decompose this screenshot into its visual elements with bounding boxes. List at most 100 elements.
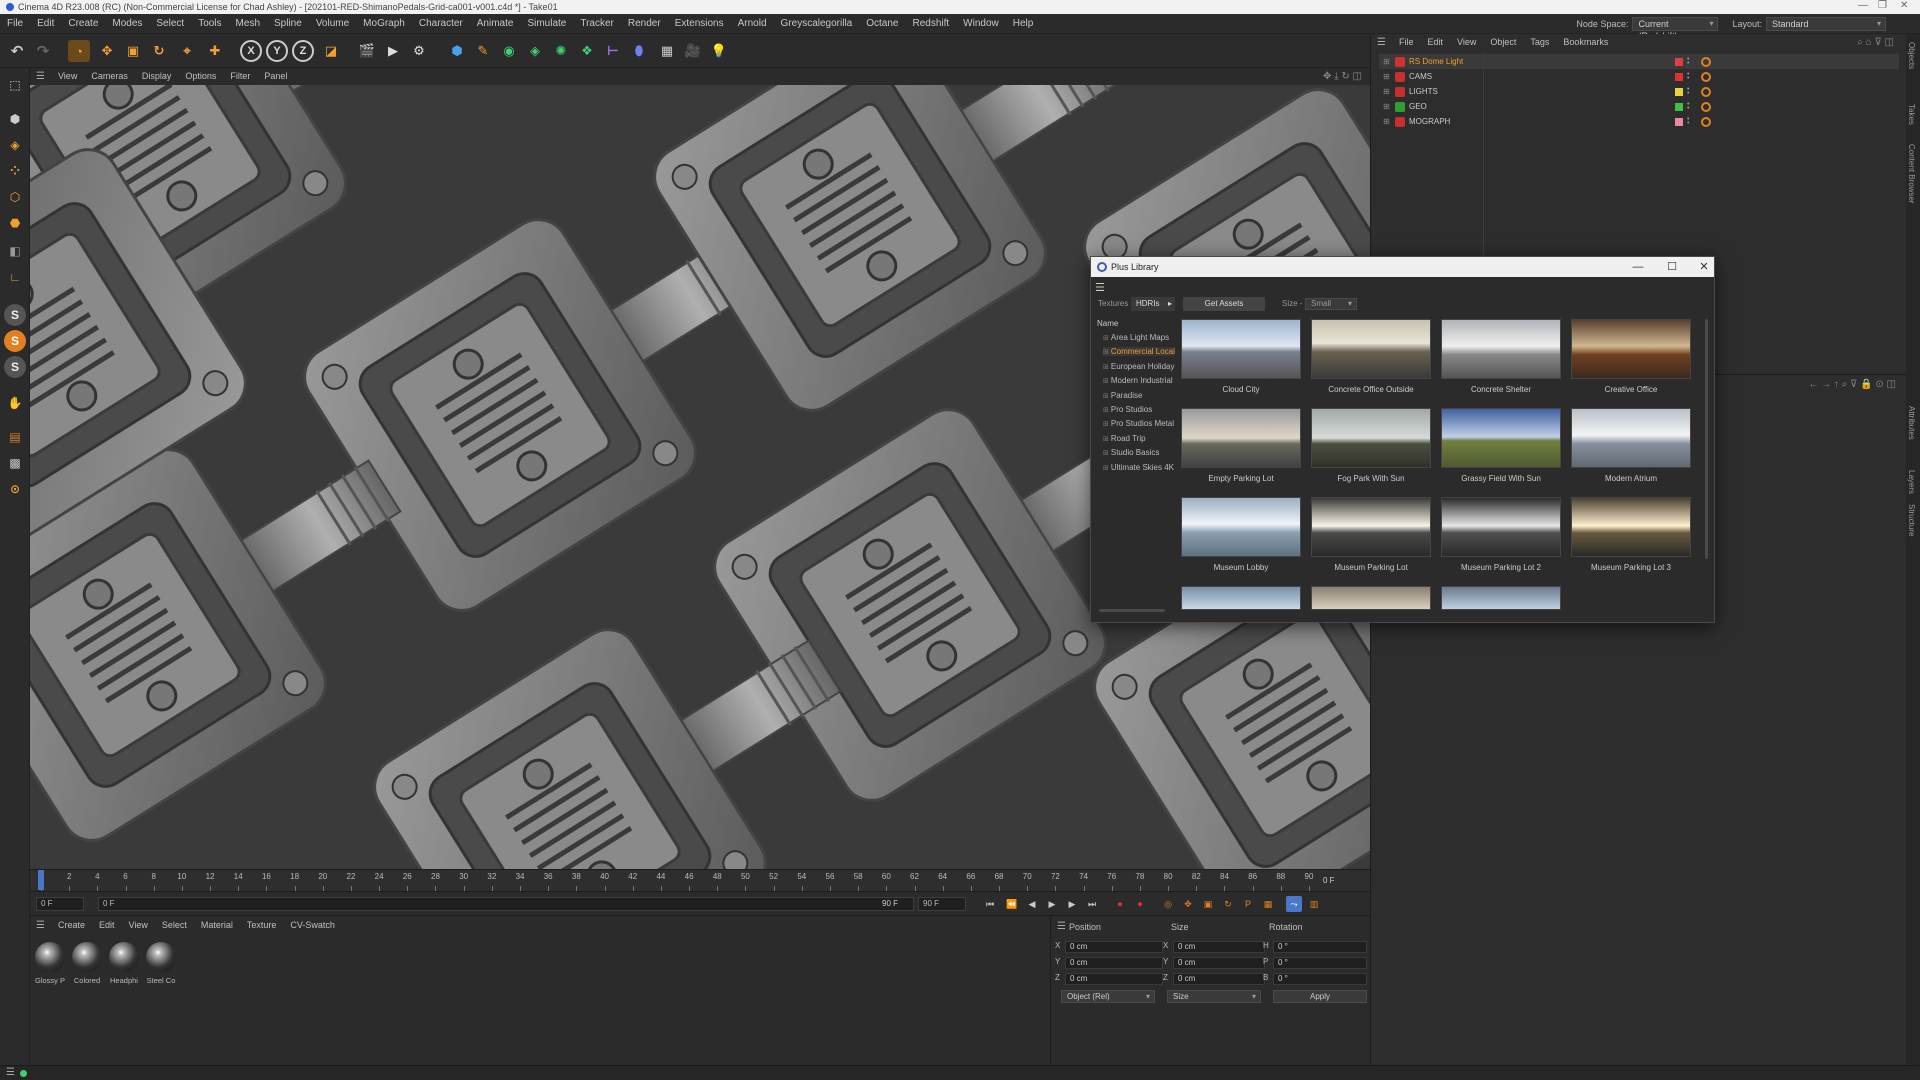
minimize-icon[interactable]: —	[1858, 0, 1868, 11]
object-row-rs-dome-light[interactable]: ⊞ RS Dome Light • •	[1379, 54, 1899, 69]
pen-icon[interactable]: ✎	[472, 40, 494, 62]
hdri-thumbnail[interactable]: Museum Parking Lot 2	[1441, 497, 1561, 572]
menu-spline[interactable]: Spline	[267, 14, 309, 34]
menu-tracker[interactable]: Tracker	[573, 14, 621, 34]
hdri-thumbnail[interactable]: Museum Lobby	[1181, 497, 1301, 572]
render-view-icon[interactable]: ▶	[382, 40, 404, 62]
hdri-thumbnail[interactable]	[1441, 586, 1561, 610]
object-tag-icon[interactable]	[1701, 101, 1711, 112]
hdri-thumbnail[interactable]: Empty Parking Lot	[1181, 408, 1301, 483]
category-pro-studios-metal[interactable]: Pro Studios Metal	[1103, 419, 1174, 428]
polygons-mode-icon[interactable]: ⬣	[4, 212, 26, 234]
make-editable-icon[interactable]: ⬚	[4, 74, 26, 96]
object-row-geo[interactable]: ⊞ GEO • •	[1379, 99, 1899, 114]
visibility-dots[interactable]: • •	[1687, 101, 1691, 112]
category-commercial-local[interactable]: Commercial Local	[1103, 347, 1175, 357]
floor-icon[interactable]: ▦	[656, 40, 678, 62]
category-modern-industrial[interactable]: Modern Industrial	[1103, 376, 1173, 385]
cube-icon[interactable]: ⬢	[446, 40, 468, 62]
prev-frame-icon[interactable]: ◀	[1024, 896, 1040, 912]
extrude-icon[interactable]: ◈	[524, 40, 546, 62]
object-tag-icon[interactable]	[1701, 116, 1711, 127]
position-field[interactable]: 0 cm	[1065, 957, 1163, 969]
menu-edit[interactable]: Edit	[30, 14, 61, 34]
node-space-dropdown[interactable]: Current (Redshift)	[1632, 17, 1719, 41]
object-tag-icon[interactable]	[1701, 86, 1711, 97]
coord-size-select[interactable]: Size	[1167, 990, 1261, 1003]
keyframe-selection-icon[interactable]: ◎	[1160, 896, 1176, 912]
expand-icon[interactable]: ⊞	[1383, 57, 1390, 66]
category-studio-basics[interactable]: Studio Basics	[1103, 448, 1159, 457]
paint-icon[interactable]: ✋	[4, 392, 26, 414]
expand-icon[interactable]: ⊞	[1383, 102, 1390, 111]
points-mode-icon[interactable]: ⁘	[4, 160, 26, 182]
hdri-thumbnail[interactable]: Creative Office	[1571, 319, 1691, 394]
coord-mode-select[interactable]: Object (Rel)	[1061, 990, 1155, 1003]
material-menu-material[interactable]: Material	[194, 916, 240, 934]
light-icon[interactable]: 💡	[708, 40, 730, 62]
mograph-icon[interactable]: ❖	[576, 40, 598, 62]
object-menu-view[interactable]: View	[1450, 34, 1483, 50]
expand-icon[interactable]: ⊞	[1383, 117, 1390, 126]
scale-icon[interactable]: ▣	[122, 40, 144, 62]
x-axis-icon[interactable]: X	[240, 40, 262, 62]
redshift-s-icon-3[interactable]: S	[4, 356, 26, 378]
category-european-holiday[interactable]: European Holiday	[1103, 362, 1175, 371]
material-menu-create[interactable]: Create	[51, 916, 92, 934]
object-menu-file[interactable]: File	[1392, 34, 1421, 50]
render-settings-icon[interactable]: ⚙	[408, 40, 430, 62]
layout-dropdown[interactable]: Standard	[1766, 17, 1886, 31]
next-frame-icon[interactable]: ▶	[1064, 896, 1080, 912]
workplane-icon[interactable]: ▤	[4, 426, 26, 448]
viewport-menu-panel[interactable]: Panel	[257, 68, 294, 85]
hdri-thumbnail[interactable]: Concrete Shelter	[1441, 319, 1561, 394]
grid-icon[interactable]: ▩	[4, 452, 26, 474]
prev-key-icon[interactable]: ⏪	[1004, 896, 1020, 912]
visibility-dots[interactable]: • •	[1687, 86, 1691, 97]
object-menu-icon[interactable]: ☰	[1371, 37, 1392, 48]
live-selection-icon[interactable]: ◔	[68, 40, 90, 62]
position-field[interactable]: 0 cm	[1065, 941, 1163, 953]
hdri-thumbnail[interactable]: Concrete Office Outside	[1311, 319, 1431, 394]
object-row-mograph[interactable]: ⊞ MOGRAPH • •	[1379, 114, 1899, 129]
y-axis-icon[interactable]: Y	[266, 40, 288, 62]
tab-textures[interactable]: Textures	[1093, 297, 1133, 311]
size-field[interactable]: 0 cm	[1173, 941, 1265, 953]
status-menu-icon[interactable]: ☰	[6, 1067, 15, 1078]
redshift-s-icon-1[interactable]: S	[4, 304, 26, 326]
category-paradise[interactable]: Paradise	[1103, 391, 1143, 400]
record-icon[interactable]: ⏺	[1112, 896, 1128, 912]
menu-render[interactable]: Render	[621, 14, 668, 34]
material-menu-icon[interactable]: ☰	[30, 920, 51, 931]
menu-octane[interactable]: Octane	[859, 14, 905, 34]
library-filter-icon[interactable]: ▸	[1165, 297, 1176, 311]
menu-help[interactable]: Help	[1006, 14, 1041, 34]
axis-mode-icon[interactable]: ◧	[4, 240, 26, 262]
key-param-icon[interactable]: P	[1240, 896, 1256, 912]
visibility-dots[interactable]: • •	[1687, 56, 1691, 67]
menu-simulate[interactable]: Simulate	[520, 14, 573, 34]
go-to-end-icon[interactable]: ⏭	[1084, 896, 1100, 912]
timeline-icon[interactable]: ▥	[1306, 896, 1322, 912]
object-tag-icon[interactable]	[1701, 56, 1711, 67]
material-swatch[interactable]: Steel Co	[145, 942, 177, 985]
attributes-nav-icons[interactable]: ← → ↑ ⌕ ⊽ 🔒 ⊙ ◫	[1808, 379, 1896, 390]
size-dropdown[interactable]: Small	[1305, 298, 1357, 310]
object-menu-bookmarks[interactable]: Bookmarks	[1556, 34, 1615, 50]
library-minimize-icon[interactable]: —	[1631, 260, 1645, 274]
menu-mesh[interactable]: Mesh	[229, 14, 267, 34]
viewport-menu-options[interactable]: Options	[178, 68, 223, 85]
library-maximize-icon[interactable]: ☐	[1665, 260, 1679, 274]
category-road-trip[interactable]: Road Trip	[1103, 434, 1146, 443]
menu-volume[interactable]: Volume	[309, 14, 356, 34]
menu-file[interactable]: File	[0, 14, 30, 34]
start-frame-field[interactable]: 0 F	[36, 897, 84, 911]
object-row-cams[interactable]: ⊞ CAMS • •	[1379, 69, 1899, 84]
material-menu-cv-swatch[interactable]: CV-Swatch	[283, 916, 342, 934]
coord-system-icon[interactable]: ◪	[320, 40, 342, 62]
side-tab-content-browser[interactable]: Content Browser	[1907, 144, 1916, 204]
category-pro-studios[interactable]: Pro Studios	[1103, 405, 1152, 414]
object-search-icons[interactable]: ⌕ ⌂ ⊽ ◫	[1857, 37, 1894, 48]
material-menu-texture[interactable]: Texture	[240, 916, 284, 934]
menu-extensions[interactable]: Extensions	[668, 14, 731, 34]
